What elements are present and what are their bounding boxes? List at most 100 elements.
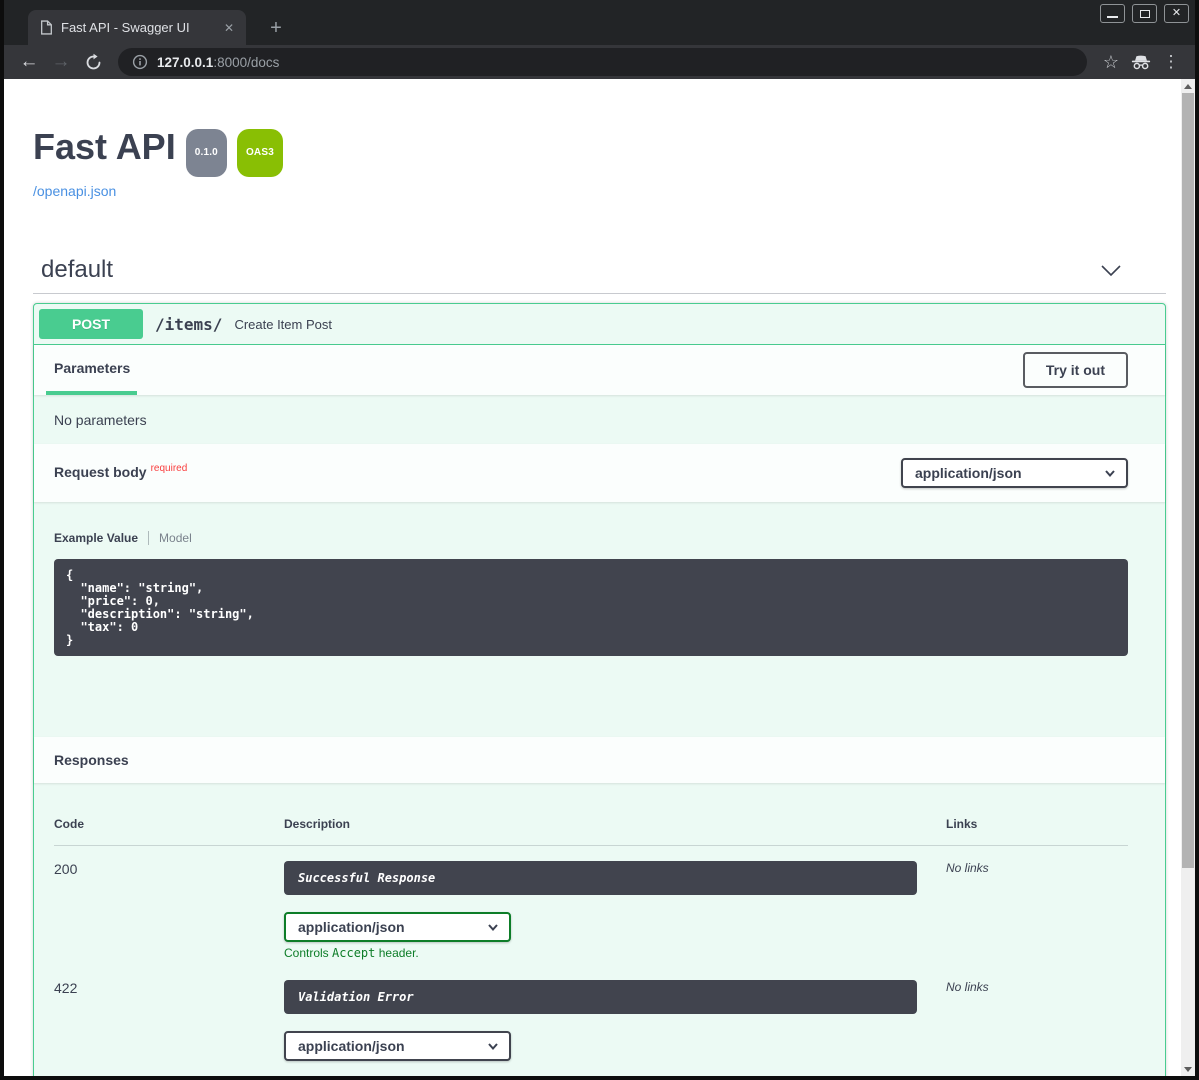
scroll-up-icon bbox=[1184, 84, 1192, 89]
openapi-spec-link[interactable]: /openapi.json bbox=[33, 183, 116, 199]
close-icon: ✕ bbox=[1172, 8, 1181, 19]
browser-toolbar: ← → 127.0.0.1:8000/docs ☆ bbox=[4, 45, 1195, 79]
forward-icon: → bbox=[52, 51, 71, 73]
forward-button[interactable]: → bbox=[46, 48, 76, 76]
required-label: required bbox=[151, 463, 188, 474]
new-tab-button[interactable]: + bbox=[262, 14, 290, 42]
chevron-down-icon bbox=[487, 921, 499, 933]
operation-summary-text: Create Item Post bbox=[234, 317, 332, 332]
oas-badge: OAS3 bbox=[237, 129, 283, 177]
response-content-type-select-422[interactable]: application/json bbox=[284, 1031, 511, 1061]
example-code-block: { "name": "string", "price": 0, "descrip… bbox=[54, 559, 1128, 656]
swagger-page: Fast API 0.1.0 OAS3 /openapi.json defaul… bbox=[4, 79, 1181, 1076]
accept-header-note: Controls Accept header. bbox=[284, 946, 946, 960]
tag-section-header[interactable]: default bbox=[33, 256, 1166, 294]
request-content-type-select[interactable]: application/json bbox=[901, 458, 1128, 488]
incognito-indicator bbox=[1127, 48, 1155, 76]
tab-close-icon[interactable]: ✕ bbox=[220, 19, 238, 37]
minimize-button[interactable] bbox=[1100, 4, 1125, 23]
code-line: "name": "string", bbox=[66, 582, 1116, 595]
code-line: } bbox=[66, 634, 1116, 647]
response-row-422: 422 Validation Error application/json bbox=[54, 965, 1128, 1076]
kebab-menu-icon: ⋮ bbox=[1163, 52, 1180, 72]
bookmark-button[interactable]: ☆ bbox=[1097, 48, 1125, 76]
incognito-icon bbox=[1130, 54, 1152, 70]
operation-block: POST /items/ Create Item Post Parameters… bbox=[33, 303, 1166, 1076]
browser-window: Fast API - Swagger UI ✕ + ✕ ← → 127.0.0.… bbox=[0, 0, 1199, 1080]
code-line: { bbox=[66, 569, 1116, 582]
accept-note-prefix: Controls bbox=[284, 946, 332, 960]
column-links: Links bbox=[946, 817, 1128, 831]
responses-label: Responses bbox=[54, 752, 129, 768]
tab-title: Fast API - Swagger UI bbox=[61, 20, 212, 35]
url-host: 127.0.0.1 bbox=[157, 55, 213, 70]
code-line: "price": 0, bbox=[66, 595, 1116, 608]
code-line: "tax": 0 bbox=[66, 621, 1116, 634]
page-scrollbar[interactable] bbox=[1181, 79, 1195, 1076]
response-description: Validation Error bbox=[284, 980, 917, 1014]
document-favicon-icon bbox=[40, 20, 53, 35]
tag-name: default bbox=[41, 256, 113, 284]
parameters-header: Parameters Try it out bbox=[34, 345, 1165, 395]
reload-icon bbox=[84, 53, 103, 72]
close-button[interactable]: ✕ bbox=[1164, 4, 1189, 23]
responses-header: Responses bbox=[34, 737, 1165, 783]
maximize-button[interactable] bbox=[1132, 4, 1157, 23]
browser-menu-button[interactable]: ⋮ bbox=[1157, 48, 1185, 76]
collapse-chevron-icon[interactable] bbox=[1100, 262, 1122, 279]
back-button[interactable]: ← bbox=[14, 48, 44, 76]
model-example-tabs: Example Value Model bbox=[54, 531, 1128, 545]
column-description: Description bbox=[284, 817, 946, 831]
request-body-label: Request body bbox=[54, 464, 147, 480]
api-title-text: Fast API bbox=[33, 126, 176, 168]
version-badge: 0.1.0 bbox=[186, 129, 227, 177]
request-body-label-group: Request body required bbox=[54, 464, 187, 482]
responses-table-header: Code Description Links bbox=[54, 799, 1128, 846]
reload-button[interactable] bbox=[78, 48, 108, 76]
response-media-type-wrap: application/json Controls Accept header. bbox=[284, 912, 946, 960]
star-icon: ☆ bbox=[1103, 52, 1119, 73]
response-content-type-value: application/json bbox=[298, 919, 405, 935]
url-path: :8000/docs bbox=[213, 55, 279, 70]
response-media-type-wrap: application/json bbox=[284, 1031, 946, 1061]
maximize-icon bbox=[1140, 10, 1150, 18]
response-description-cell: Successful Response application/json Con… bbox=[284, 861, 946, 960]
tab-example-value[interactable]: Example Value bbox=[54, 531, 138, 545]
chevron-down-icon bbox=[1104, 467, 1116, 479]
operation-summary[interactable]: POST /items/ Create Item Post bbox=[34, 304, 1165, 345]
scroll-down-button[interactable] bbox=[1181, 1062, 1195, 1076]
request-body-header: Request body required application/json bbox=[34, 444, 1165, 502]
response-content-type-select-200[interactable]: application/json bbox=[284, 912, 511, 942]
response-links: No links bbox=[946, 861, 1128, 960]
response-links: No links bbox=[946, 980, 1128, 1076]
method-badge: POST bbox=[39, 309, 143, 339]
tab-separator bbox=[148, 531, 149, 545]
back-icon: ← bbox=[20, 51, 39, 73]
response-description: Successful Response bbox=[284, 861, 917, 895]
code-line: "description": "string", bbox=[66, 608, 1116, 621]
browser-tab[interactable]: Fast API - Swagger UI ✕ bbox=[28, 10, 246, 45]
response-code: 200 bbox=[54, 861, 284, 960]
info-icon[interactable] bbox=[132, 54, 148, 70]
operation-path: /items/ bbox=[155, 315, 222, 334]
window-controls: ✕ bbox=[1100, 4, 1189, 23]
scroll-up-button[interactable] bbox=[1181, 79, 1195, 93]
accept-note-suffix: header. bbox=[375, 946, 418, 960]
accept-note-code: Accept bbox=[332, 946, 375, 960]
titlebar: Fast API - Swagger UI ✕ + ✕ bbox=[4, 0, 1195, 45]
tab-parameters[interactable]: Parameters bbox=[46, 345, 137, 395]
api-info-section: Fast API 0.1.0 OAS3 /openapi.json bbox=[33, 79, 1166, 201]
scrollbar-thumb[interactable] bbox=[1182, 93, 1194, 868]
column-code: Code bbox=[54, 817, 284, 831]
response-code: 422 bbox=[54, 980, 284, 1076]
responses-table: Code Description Links 200 Successful Re… bbox=[34, 783, 1165, 1076]
chevron-down-icon bbox=[487, 1040, 499, 1052]
request-content-type-value: application/json bbox=[915, 465, 1022, 481]
tab-model[interactable]: Model bbox=[159, 531, 192, 545]
try-it-out-button[interactable]: Try it out bbox=[1023, 352, 1128, 388]
address-bar[interactable]: 127.0.0.1:8000/docs bbox=[118, 48, 1087, 76]
request-body-content: Example Value Model { "name": "string", … bbox=[34, 502, 1165, 656]
response-row-200: 200 Successful Response application/json bbox=[54, 846, 1128, 960]
url-text: 127.0.0.1:8000/docs bbox=[157, 55, 279, 70]
no-parameters-text: No parameters bbox=[34, 395, 1165, 444]
